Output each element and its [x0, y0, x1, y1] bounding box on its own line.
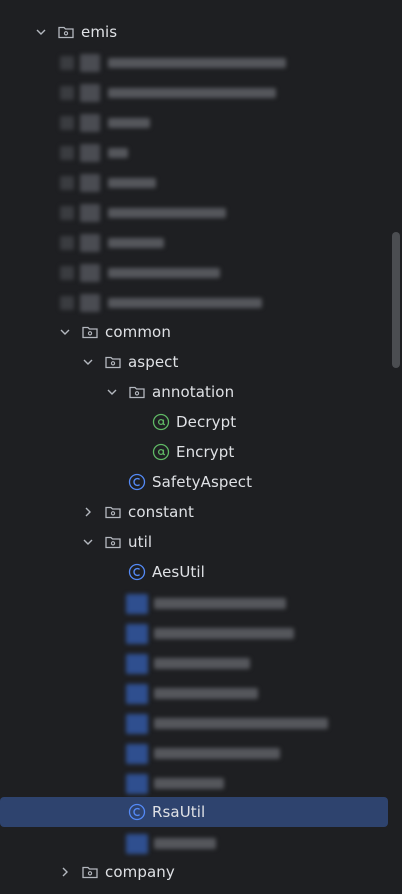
tree-node-label: AesUtil: [152, 563, 205, 581]
tree-node-rsa-util[interactable]: RsaUtil: [0, 797, 388, 827]
tree-node-label: constant: [128, 503, 195, 521]
chevron-down-icon[interactable]: [34, 25, 48, 39]
chevron-down-icon[interactable]: [105, 385, 119, 399]
package-folder-icon: [81, 863, 99, 881]
project-tree: emis common aspect annotation Decrypt En…: [0, 0, 402, 894]
package-folder-icon: [128, 383, 146, 401]
chevron-down-icon[interactable]: [81, 355, 95, 369]
tree-node-label: emis: [81, 23, 118, 41]
chevron-right-icon[interactable]: [58, 865, 72, 879]
tree-node-label: aspect: [128, 353, 179, 371]
chevron-right-icon[interactable]: [81, 505, 95, 519]
class-icon: [128, 473, 146, 491]
tree-node-company[interactable]: company: [0, 857, 388, 887]
class-icon: [128, 803, 146, 821]
tree-node-encrypt[interactable]: Encrypt: [0, 437, 388, 467]
tree-node-label: company: [105, 863, 175, 881]
annotation-icon: [152, 443, 170, 461]
tree-node-label: common: [105, 323, 171, 341]
annotation-icon: [152, 413, 170, 431]
tree-node-common[interactable]: common: [0, 317, 388, 347]
tree-node-constant[interactable]: constant: [0, 497, 388, 527]
tree-node-aes-util[interactable]: AesUtil: [0, 557, 388, 587]
tree-node-decrypt[interactable]: Decrypt: [0, 407, 388, 437]
chevron-down-icon[interactable]: [81, 535, 95, 549]
tree-node-util[interactable]: util: [0, 527, 388, 557]
tree-node-safety-aspect[interactable]: SafetyAspect: [0, 467, 388, 497]
tree-node-emis[interactable]: emis: [0, 17, 388, 47]
package-folder-icon: [57, 23, 75, 41]
package-folder-icon: [104, 353, 122, 371]
package-folder-icon: [81, 323, 99, 341]
class-icon: [128, 563, 146, 581]
tree-node-label: RsaUtil: [152, 803, 206, 821]
tree-node-label: Encrypt: [176, 443, 235, 461]
tree-node-annotation[interactable]: annotation: [0, 377, 388, 407]
tree-node-label: SafetyAspect: [152, 473, 253, 491]
tree-node-label: util: [128, 533, 153, 551]
package-folder-icon: [104, 503, 122, 521]
tree-node-label: Decrypt: [176, 413, 237, 431]
tree-node-aspect[interactable]: aspect: [0, 347, 388, 377]
package-folder-icon: [104, 533, 122, 551]
chevron-down-icon[interactable]: [58, 325, 72, 339]
vertical-scrollbar[interactable]: [392, 232, 400, 368]
tree-node-label: annotation: [152, 383, 235, 401]
